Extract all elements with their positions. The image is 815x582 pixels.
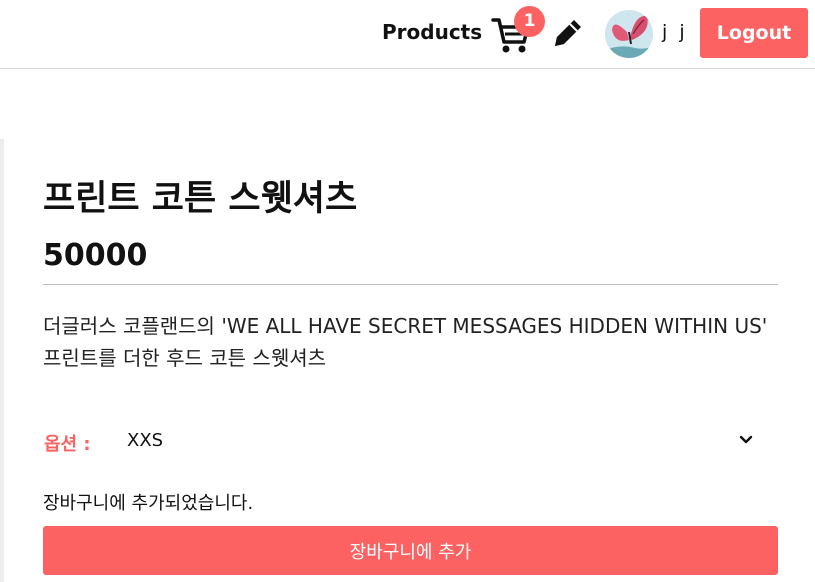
top-navbar: Products 1 j j Logout bbox=[0, 0, 815, 69]
product-title: 프린트 코튼 스웻셔츠 bbox=[43, 179, 358, 219]
product-price: 50000 bbox=[43, 238, 148, 273]
chevron-down-icon bbox=[739, 435, 753, 444]
option-selected-value: XXS bbox=[127, 430, 164, 451]
user-avatar[interactable] bbox=[605, 10, 653, 58]
option-label: 옵션 : bbox=[44, 434, 91, 455]
divider bbox=[43, 284, 778, 285]
add-to-cart-button[interactable]: 장바구니에 추가 bbox=[43, 526, 778, 575]
cart-count-badge: 1 bbox=[514, 6, 545, 37]
cart-added-message: 장바구니에 추가되었습니다. bbox=[43, 493, 254, 514]
option-select[interactable]: XXS bbox=[115, 424, 765, 460]
logout-button[interactable]: Logout bbox=[700, 8, 808, 58]
username: j j bbox=[662, 21, 688, 43]
pencil-icon[interactable] bbox=[552, 16, 585, 49]
product-description: 더글러스 코플랜드의 'WE ALL HAVE SECRET MESSAGES … bbox=[43, 314, 768, 370]
nav-products-link[interactable]: Products bbox=[382, 20, 482, 44]
butterfly-avatar bbox=[605, 10, 653, 58]
left-border bbox=[0, 139, 4, 582]
cart-button[interactable]: 1 bbox=[491, 6, 545, 54]
